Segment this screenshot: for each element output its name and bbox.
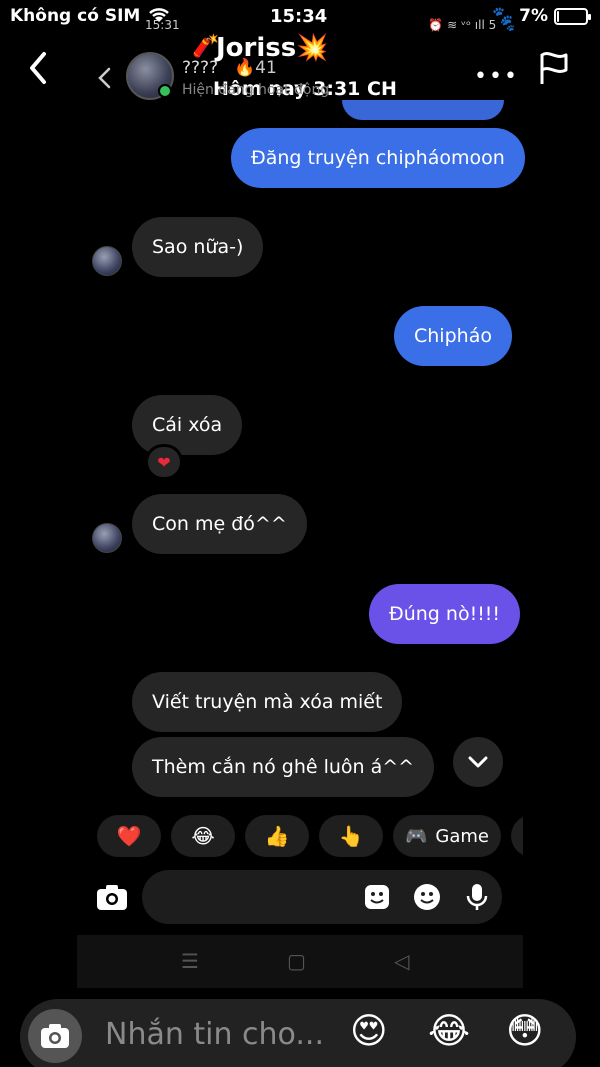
message-sent: Đăng truyện chipháomoon: [231, 128, 525, 188]
inner-navigation-bar: ☰ ▢ ◁: [77, 935, 523, 988]
inner-status-icons: ⏰ ≋ ᵛᵒ ıll 5 🐾: [428, 18, 515, 32]
sender-avatar: [92, 246, 122, 276]
menu-icon: ☰: [181, 949, 199, 973]
online-indicator: [158, 84, 172, 98]
contact-status: Hiện đang hoạt động: [182, 82, 330, 98]
heart-icon: ❤️: [116, 824, 142, 848]
reply-input[interactable]: Nhắn tin cho...: [105, 1017, 324, 1052]
camera-icon: [97, 885, 127, 910]
chevron-down-icon: [468, 756, 488, 768]
camera-icon: [41, 1024, 69, 1048]
quick-reaction-heart: ❤️: [97, 815, 161, 857]
flushed-emoji-icon[interactable]: 😳: [506, 1011, 544, 1052]
message-received: Con mẹ đó^^: [132, 494, 307, 554]
message-received: Viết truyện mà xóa miết: [132, 672, 403, 732]
message-received: Cái xóa: [132, 395, 243, 455]
reply-camera-button[interactable]: [28, 1009, 82, 1063]
message-sent: Chipháo: [394, 306, 512, 366]
thumbs-up-icon: 👍: [264, 824, 290, 848]
laughing-emoji-icon[interactable]: 😂: [428, 1011, 470, 1052]
quick-reaction-more: [511, 815, 523, 857]
sender-avatar: [92, 523, 122, 553]
flame-icon: 🔥: [234, 58, 256, 78]
message-text: Con mẹ đó^^: [152, 513, 287, 535]
message-text: Chipháo: [414, 325, 492, 347]
inner-back-button: [94, 66, 116, 90]
contact-badge: 🔥41: [234, 58, 277, 78]
chevron-left-icon: [98, 67, 111, 89]
quick-reaction-thumbs: 👍: [245, 815, 309, 857]
message-text: Thèm cắn nó ghê luôn á^^: [152, 756, 415, 778]
report-flag-button[interactable]: [536, 50, 572, 86]
message-sent: Đúng nò!!!!: [369, 584, 521, 644]
heart-eyes-emoji-icon[interactable]: 😍: [350, 1011, 388, 1052]
gamepad-icon: 🎮: [404, 825, 428, 847]
back-triangle-icon: ◁: [394, 949, 410, 973]
battery-percent: 7%: [519, 6, 548, 26]
back-button[interactable]: [22, 48, 58, 88]
battery-icon: [554, 7, 591, 25]
message-text: Sao nữa-): [152, 236, 244, 258]
microphone-icon: [462, 882, 492, 912]
contact-count: 41: [255, 58, 277, 78]
inner-status-bar: 15:31 ⏰ ≋ ᵛᵒ ıll 5 🐾: [145, 18, 515, 34]
chevron-left-icon: [30, 52, 46, 84]
laughing-emoji-icon: 😂: [191, 824, 215, 848]
message-text: Đăng truyện chipháomoon: [251, 147, 505, 169]
pointing-hand-icon: 👆: [338, 824, 364, 848]
game-chip: 🎮 Game: [393, 815, 501, 857]
flag-icon: [540, 52, 568, 84]
sticker-icon: [362, 882, 392, 912]
previous-message-edge: [342, 100, 504, 120]
inner-clock: 15:31: [145, 18, 180, 32]
collision-icon: 💥: [296, 33, 329, 63]
message-received: Thèm cắn nó ghê luôn á^^: [132, 737, 435, 797]
carrier-label: Không có SIM: [10, 6, 141, 26]
heart-reaction: ❤: [145, 444, 183, 480]
message-text: Cái xóa: [152, 414, 223, 436]
home-icon: ▢: [287, 949, 306, 973]
inner-message-input: [142, 870, 502, 924]
scroll-down-button: [453, 737, 503, 787]
battery-fill: [557, 10, 559, 22]
quick-reaction-laugh: 😂: [171, 815, 235, 857]
heart-icon: ❤: [157, 452, 171, 472]
inner-camera-button: [94, 880, 130, 914]
message-text: Đúng nò!!!!: [389, 603, 501, 625]
emoji-icon: [412, 882, 442, 912]
contact-name: ????: [182, 58, 219, 78]
quick-reactions: ❤️ 😂 👍 👆 🎮 Game: [97, 815, 523, 857]
game-label: Game: [435, 825, 489, 847]
message-text: Viết truyện mà xóa miết: [152, 691, 383, 713]
message-received: Sao nữa-): [132, 217, 264, 277]
more-options-icon: •••: [474, 64, 519, 89]
firecracker-icon: 🧨: [192, 34, 220, 59]
quick-reaction-point: 👆: [319, 815, 383, 857]
